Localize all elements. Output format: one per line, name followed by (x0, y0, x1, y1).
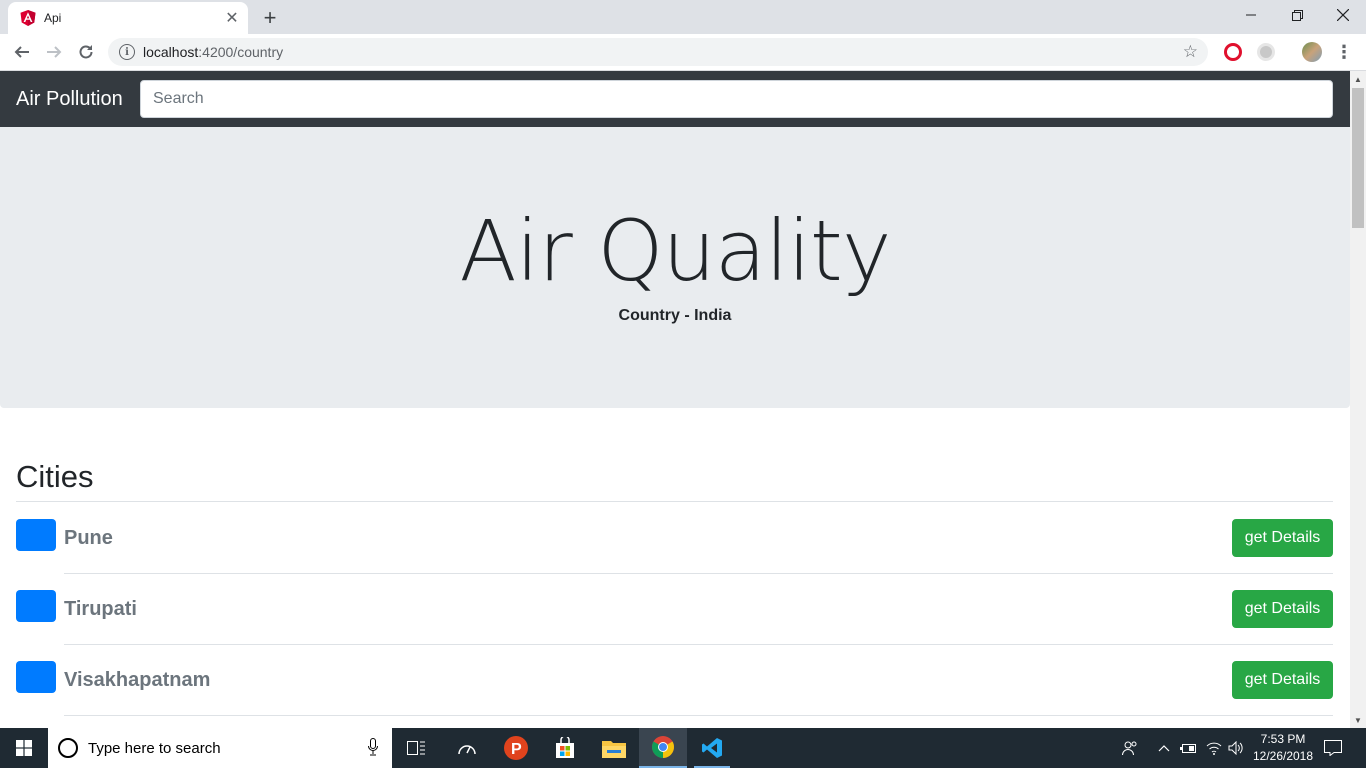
list-item: Pune get Details (16, 519, 1333, 590)
brand-link[interactable]: Air Pollution (16, 87, 123, 111)
taskbar-search[interactable]: Type here to search (48, 728, 392, 768)
divider (64, 715, 1333, 716)
divider (64, 644, 1333, 645)
profile-avatar[interactable] (1302, 42, 1322, 62)
browser-toolbar: i localhost:4200/country ☆ ⋮ (0, 34, 1366, 71)
list-item: Tirupati get Details (16, 590, 1333, 661)
tab-close-icon[interactable]: ✕ (222, 8, 242, 28)
get-details-button[interactable]: get Details (1232, 519, 1333, 557)
page-title: Air Quality (459, 202, 891, 300)
file-explorer-icon[interactable] (590, 728, 638, 768)
get-details-button[interactable]: get Details (1232, 590, 1333, 628)
cortana-icon (58, 738, 78, 758)
menu-icon[interactable]: ⋮ (1332, 40, 1356, 64)
page-viewport: Air Pollution Air Quality Country - Indi… (0, 71, 1350, 728)
task-view-icon[interactable] (392, 728, 440, 768)
new-tab-button[interactable]: + (258, 5, 282, 30)
store-icon[interactable] (541, 728, 589, 768)
taskbar-search-placeholder: Type here to search (88, 739, 221, 757)
extension-icon[interactable] (1257, 43, 1275, 61)
wifi-icon[interactable] (1203, 728, 1225, 768)
notification-icon[interactable] (1320, 728, 1346, 768)
scroll-down-icon[interactable]: ▼ (1350, 712, 1366, 728)
browser-tab[interactable]: Api ✕ (8, 2, 248, 34)
taskbar: Type here to search P 7:53 PM 12/26/2018 (0, 728, 1366, 768)
speedometer-icon[interactable] (443, 728, 491, 768)
back-arrow-icon[interactable] (10, 40, 34, 64)
url-text: localhost:4200/country (143, 44, 283, 60)
jumbotron: Air Quality Country - India (0, 127, 1350, 408)
clock-date: 12/26/2018 (1252, 749, 1314, 763)
scroll-up-icon[interactable]: ▲ (1350, 71, 1366, 87)
url-host: localhost (143, 44, 199, 60)
address-bar[interactable]: i localhost:4200/country ☆ (108, 38, 1208, 66)
star-icon[interactable]: ☆ (1183, 42, 1198, 62)
close-icon[interactable] (1320, 0, 1366, 30)
search-input[interactable] (140, 80, 1333, 118)
app-navbar: Air Pollution (0, 71, 1350, 127)
city-name: Tirupati (64, 598, 137, 620)
get-details-button[interactable]: get Details (1232, 661, 1333, 699)
psiphon-icon[interactable]: P (492, 728, 540, 768)
clock-time: 7:53 PM (1260, 732, 1306, 746)
page-scrollbar[interactable]: ▲ ▼ (1350, 71, 1366, 728)
forward-arrow-icon[interactable] (42, 40, 66, 64)
chevron-up-icon[interactable] (1154, 728, 1174, 768)
system-clock[interactable]: 7:53 PM 12/26/2018 (1248, 731, 1318, 765)
chrome-icon[interactable] (639, 728, 687, 768)
city-thumbnail (16, 519, 56, 551)
list-item: Visakhapatnam get Details (16, 661, 1333, 728)
divider (64, 573, 1333, 574)
city-thumbnail (16, 590, 56, 622)
scroll-thumb[interactable] (1352, 88, 1364, 228)
opera-icon[interactable] (1224, 43, 1242, 61)
tab-title: Api (44, 11, 62, 25)
city-thumbnail (16, 661, 56, 693)
divider (16, 501, 1333, 502)
cities-heading: Cities (16, 459, 94, 494)
windows-start-icon[interactable] (0, 728, 48, 768)
people-icon[interactable] (1118, 728, 1142, 768)
angular-icon (20, 10, 36, 26)
reload-icon[interactable] (74, 40, 98, 64)
minimize-icon[interactable] (1228, 0, 1274, 30)
microphone-icon[interactable] (368, 738, 378, 756)
svg-text:P: P (511, 741, 522, 758)
url-path: :4200/country (198, 44, 284, 60)
city-name: Visakhapatnam (64, 669, 211, 691)
info-icon[interactable]: i (119, 44, 135, 60)
tab-strip: Api ✕ + (0, 0, 1366, 34)
battery-icon[interactable] (1178, 728, 1200, 768)
city-name: Pune (64, 527, 113, 549)
country-subtitle: Country - India (618, 307, 732, 324)
vscode-icon[interactable] (688, 728, 736, 768)
restore-icon[interactable] (1274, 0, 1320, 30)
volume-icon[interactable] (1226, 728, 1246, 768)
